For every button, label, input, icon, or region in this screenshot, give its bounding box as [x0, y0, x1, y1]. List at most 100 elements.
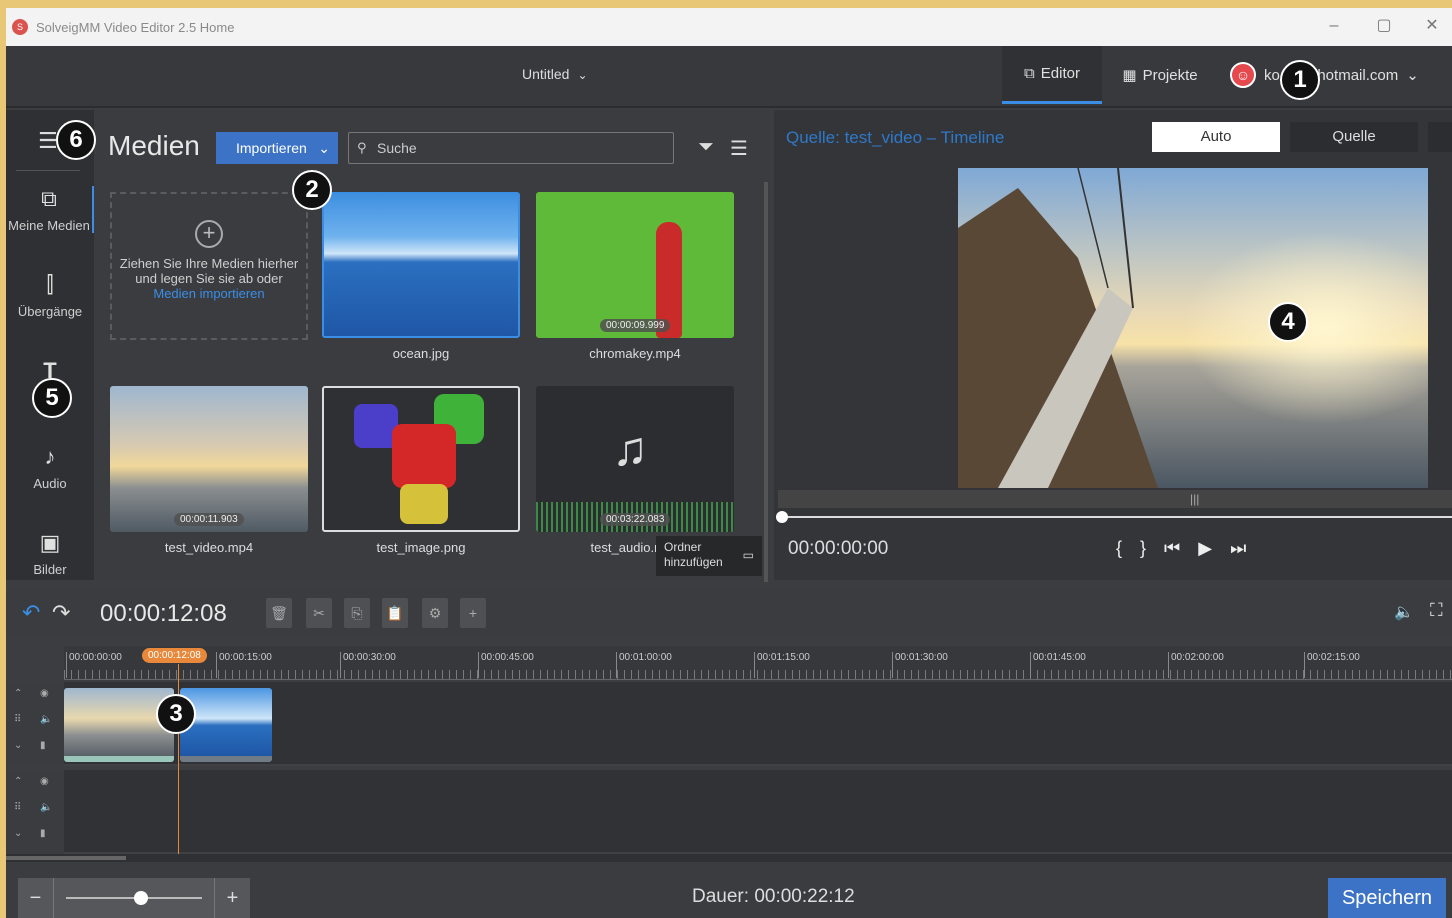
scrollbar-thumb[interactable] [6, 856, 126, 860]
media-item-test-audio[interactable]: ♫ 00:03:22.083 test_audio.mp3 [536, 386, 734, 555]
prev-frame-icon[interactable]: ⏮ [1164, 538, 1180, 559]
preview-title: Quelle: test_video – Timeline [786, 128, 1005, 147]
sidebar-item-uebergaenge[interactable]: ⫿ Übergänge [6, 272, 94, 319]
chevron-down-icon[interactable]: ⌄ [318, 132, 330, 164]
collapse-down-icon[interactable]: ⌄ [14, 740, 22, 751]
undo-icon[interactable]: ↶ [22, 600, 40, 626]
next-frame-icon[interactable]: ⏭ [1230, 538, 1246, 559]
preview-progress-knob[interactable] [776, 511, 788, 523]
media-item-test-image[interactable]: test_image.png [322, 386, 520, 555]
collapse-up-icon[interactable]: ⌃ [14, 688, 22, 699]
tab-projekte-label: Projekte [1142, 66, 1198, 84]
timeline-clip-ocean[interactable] [180, 688, 272, 762]
add-icon: + [195, 220, 223, 248]
project-title: Untitled [522, 66, 570, 82]
collapse-up-icon[interactable]: ⌃ [14, 776, 22, 787]
thumbnail: ♫ 00:03:22.083 [536, 386, 734, 532]
media-dropzone[interactable]: + Ziehen Sie Ihre Medien hierher und leg… [110, 192, 308, 340]
zoom-slider-knob[interactable] [133, 891, 148, 905]
music-note-icon: ♫ [612, 423, 648, 476]
duration-label: Dauer: [692, 886, 750, 907]
playhead-line[interactable] [178, 664, 179, 854]
chevron-down-icon: ⌄ [577, 68, 588, 82]
account-menu[interactable]: ☺ ko hotmail.com ⌄ [1230, 62, 1419, 88]
import-button[interactable]: Importieren ⌄ [216, 132, 338, 164]
preview-panel: Quelle: test_video – Timeline Auto Quell… [774, 110, 1452, 580]
ruler-tick-label: 00:01:15:00 [754, 652, 810, 678]
paste-icon[interactable]: 📋 [382, 598, 408, 628]
menu-icon[interactable]: ☰ [38, 128, 58, 154]
fullscreen-icon[interactable]: ⛶ [1430, 600, 1443, 621]
yellow-die [400, 484, 448, 524]
media-item-test-video[interactable]: 00:00:11.903 test_video.mp4 [110, 386, 308, 555]
mute-icon[interactable]: 🔈 [40, 714, 52, 725]
sidebar-item-bilder[interactable]: ▣ Bilder [6, 530, 94, 580]
tab-more[interactable] [1428, 122, 1452, 152]
callout-badge: 5 [32, 378, 72, 418]
close-button[interactable]: ✕ [1422, 16, 1442, 36]
mark-in-icon[interactable]: { [1116, 538, 1122, 559]
preview-progress-track[interactable] [780, 516, 1452, 518]
minimize-button[interactable]: – [1324, 16, 1344, 36]
delete-icon[interactable]: 🗑 [266, 598, 292, 628]
track-delete-icon[interactable]: ▮ [40, 740, 46, 751]
panel-title: Medien [108, 130, 200, 161]
search-input[interactable]: ⚲ Suche [348, 132, 674, 164]
track-controls: ⌃ ⠿ ⌄ ◉ 🔈 ▮ [6, 770, 64, 854]
ruler-tick-label: 00:01:00:00 [616, 652, 672, 678]
avatar: ☺ [1230, 62, 1256, 88]
redo-icon[interactable]: ↷ [52, 600, 70, 626]
thumbnail [322, 192, 520, 338]
timeline-clip-test-video[interactable] [64, 688, 174, 762]
drag-handle-icon[interactable]: ⠿ [14, 714, 21, 725]
media-item-ocean[interactable]: ocean.jpg [322, 192, 520, 361]
transitions-icon: ⫿ [46, 272, 54, 297]
play-icon[interactable]: ▶ [1198, 538, 1212, 559]
sort-icon[interactable]: ☰ [730, 136, 748, 161]
video-preview [958, 168, 1428, 488]
ruler-tick-label: 00:00:30:00 [340, 652, 396, 678]
callout-badge: 2 [292, 170, 332, 210]
save-button[interactable]: Speichern [1328, 878, 1446, 918]
timeline-ruler[interactable]: 00:00:00:00 00:00:15:00 00:00:30:00 00:0… [64, 646, 1452, 680]
mute-icon[interactable]: 🔈 [40, 802, 52, 813]
sidebar-item-audio[interactable]: ♪ Audio [6, 444, 94, 491]
sidebar-item-meine-medien[interactable]: ⧉ Meine Medien [6, 186, 94, 233]
maximize-button[interactable]: ▢ [1374, 16, 1394, 36]
tooltip-text: Ordner hinzufügen [664, 540, 723, 569]
cut-icon[interactable]: ✂ [306, 598, 332, 628]
collapse-down-icon[interactable]: ⌄ [14, 828, 22, 839]
media-item-chromakey[interactable]: 00:00:09.999 chromakey.mp4 [536, 192, 734, 361]
media-item-name: ocean.jpg [392, 346, 450, 361]
tab-quelle[interactable]: Quelle [1290, 122, 1418, 152]
audio-icon: ♪ [44, 444, 56, 469]
top-toolbar: Untitled ⌄ ⧉ Editor ▦ Projekte ☺ ko hotma… [6, 46, 1452, 108]
volume-icon[interactable]: 🔈 [1394, 602, 1414, 622]
visibility-icon[interactable]: ◉ [40, 688, 49, 699]
visibility-icon[interactable]: ◉ [40, 776, 49, 787]
filter-icon[interactable]: ⏷ [698, 136, 714, 159]
zoom-in-button[interactable]: + [214, 878, 250, 918]
settings-icon[interactable]: ⚙ [422, 598, 448, 628]
tab-auto[interactable]: Auto [1152, 122, 1280, 152]
ruler-tick-label: 00:00:45:00 [478, 652, 534, 678]
copy-icon[interactable]: ⎘ [344, 598, 370, 628]
timeline-scrollbar[interactable] [6, 854, 1452, 862]
folder-icon[interactable]: ▭ [743, 548, 754, 563]
drag-handle-icon[interactable]: ||| [1190, 492, 1199, 506]
tab-editor[interactable]: ⧉ Editor [1002, 46, 1102, 104]
import-media-link[interactable]: Medien importieren [153, 286, 264, 301]
tab-projekte[interactable]: ▦ Projekte [1112, 46, 1208, 104]
project-title-dropdown[interactable]: Untitled ⌄ [522, 66, 588, 82]
preview-scrubber[interactable]: ||| [778, 490, 1452, 508]
playhead-label[interactable]: 00:00:12:08 [142, 648, 207, 663]
grid-icon: ▦ [1122, 67, 1137, 84]
duration-badge: 00:03:22.083 [600, 513, 671, 526]
add-icon[interactable]: + [460, 598, 486, 628]
mark-out-icon[interactable]: } [1140, 538, 1146, 559]
track-delete-icon[interactable]: ▮ [40, 828, 46, 839]
ruler-tick-label: 00:01:45:00 [1030, 652, 1086, 678]
zoom-out-button[interactable]: − [18, 878, 54, 918]
drag-handle-icon[interactable]: ⠿ [14, 802, 21, 813]
media-scrollbar[interactable] [764, 182, 768, 582]
